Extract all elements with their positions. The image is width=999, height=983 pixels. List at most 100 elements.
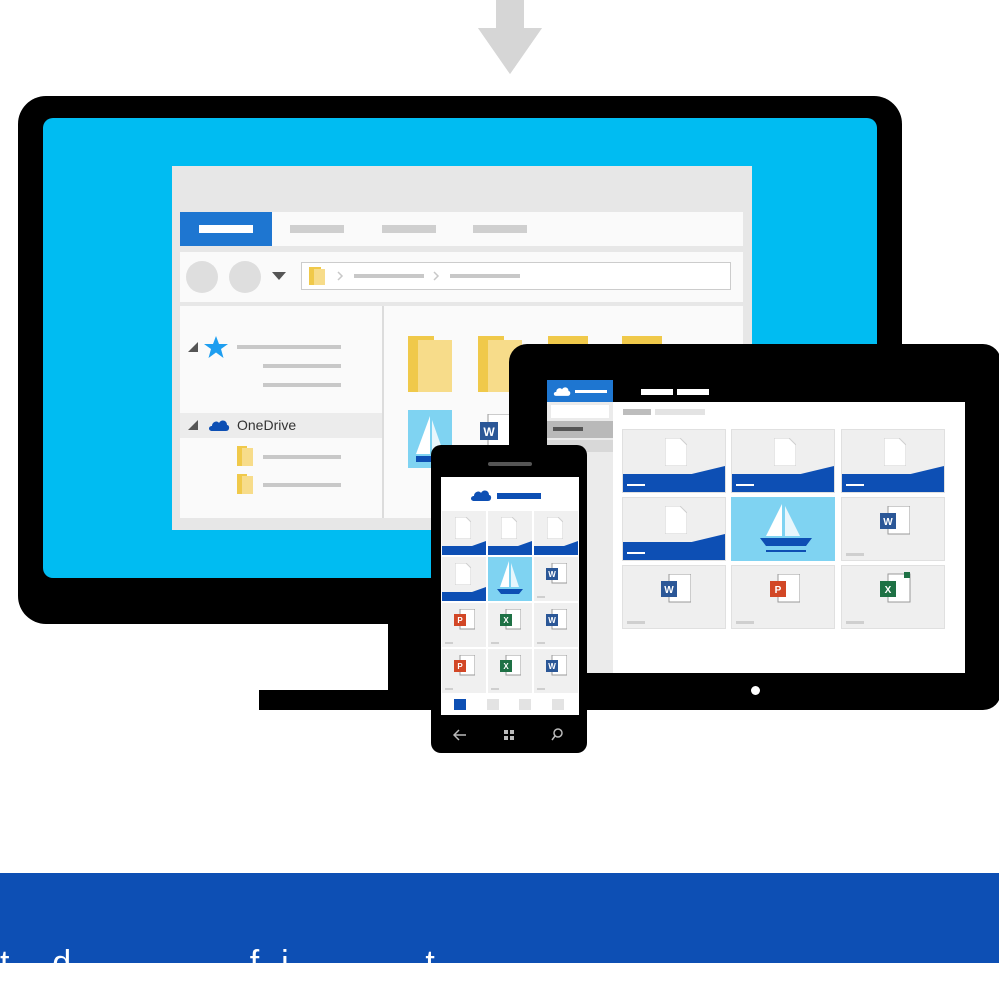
tile-band: [534, 541, 578, 555]
document-icon: [884, 438, 906, 466]
tablet-sidebar-item-selected[interactable]: [547, 421, 613, 438]
forward-button[interactable]: [229, 261, 261, 293]
powerpoint-icon: P: [454, 609, 475, 630]
ribbon-tab-2[interactable]: [290, 225, 344, 233]
powerpoint-icon: P: [770, 574, 800, 603]
onedrive-cloud-icon: [553, 387, 571, 396]
tablet-title-2: [677, 389, 709, 395]
favorites-item-2[interactable]: [263, 383, 341, 387]
tile-band: [842, 466, 944, 492]
ribbon-tab-3[interactable]: [382, 225, 436, 233]
chevron-right-icon: [433, 271, 440, 281]
sailboat-image-icon: [497, 561, 523, 594]
banner-caption: t d f i t: [0, 944, 436, 982]
excel-icon: X: [500, 655, 521, 676]
tablet-title-1: [641, 389, 673, 395]
onedrive-subfolder-2[interactable]: [263, 483, 341, 487]
phone-app-title: [497, 493, 541, 499]
tablet-file-tile[interactable]: W: [622, 565, 726, 629]
favorites-label[interactable]: [237, 345, 341, 349]
tile-band: [488, 541, 532, 555]
svg-text:W: W: [483, 425, 495, 439]
phone-speaker: [488, 462, 532, 466]
expand-triangle-icon[interactable]: [187, 419, 199, 431]
tablet-file-tile[interactable]: [841, 429, 945, 493]
tile-band: [442, 587, 486, 601]
tablet-file-tile[interactable]: [622, 429, 726, 493]
phone-app-bar-button-active[interactable]: [454, 699, 466, 710]
back-arrow-icon[interactable]: [453, 729, 467, 741]
svg-text:W: W: [883, 517, 893, 528]
folder-icon[interactable]: [622, 336, 662, 344]
breadcrumb-segment-2[interactable]: [450, 274, 520, 278]
phone-file-tile[interactable]: [442, 511, 486, 555]
phone-app-header: [441, 477, 579, 509]
powerpoint-icon: P: [454, 655, 475, 676]
phone-file-tile[interactable]: W: [534, 557, 578, 601]
svg-text:W: W: [664, 585, 674, 596]
tablet-file-tile[interactable]: [622, 497, 726, 561]
folder-icon[interactable]: [408, 336, 452, 392]
chevron-right-icon: [337, 271, 344, 281]
chevron-down-icon[interactable]: [271, 271, 287, 281]
ribbon-tab-4[interactable]: [473, 225, 527, 233]
svg-text:W: W: [548, 616, 556, 625]
phone-app-bar-button[interactable]: [519, 699, 531, 710]
ribbon-tab-active[interactable]: [180, 212, 272, 246]
document-icon: [455, 563, 471, 585]
breadcrumb-segment-1[interactable]: [354, 274, 424, 278]
svg-text:X: X: [503, 662, 509, 671]
phone-file-tile[interactable]: X: [488, 649, 532, 693]
onedrive-tree-label: OneDrive: [237, 417, 297, 433]
onedrive-subfolder-1[interactable]: [263, 455, 341, 459]
phone-image-tile[interactable]: [488, 557, 532, 601]
phone-app-bar-button[interactable]: [487, 699, 499, 710]
phone-app-bar-button[interactable]: [552, 699, 564, 710]
phone-file-tile[interactable]: X: [488, 603, 532, 647]
tablet-image-tile[interactable]: [731, 497, 835, 561]
tablet-breadcrumb-2[interactable]: [655, 409, 705, 415]
expand-triangle-icon[interactable]: [187, 341, 199, 353]
favorites-item-1[interactable]: [263, 364, 341, 368]
arrow-down-icon: [478, 0, 542, 74]
back-button[interactable]: [186, 261, 218, 293]
tablet-home-button[interactable]: [751, 686, 760, 695]
word-icon: W: [546, 609, 567, 630]
phone-file-tile[interactable]: P: [442, 603, 486, 647]
tablet-file-tile[interactable]: P: [731, 565, 835, 629]
windows-start-icon[interactable]: [504, 730, 514, 740]
svg-text:P: P: [457, 662, 463, 671]
folder-icon: [309, 267, 325, 285]
phone-file-tile[interactable]: W: [534, 649, 578, 693]
tablet-title-bar: [613, 380, 965, 402]
tablet-breadcrumb-1[interactable]: [623, 409, 651, 415]
tile-band: [442, 541, 486, 555]
tablet-sidebar-title: [575, 390, 607, 393]
tablet-file-tile[interactable]: X: [841, 565, 945, 629]
phone-file-tile[interactable]: [534, 511, 578, 555]
tile-band: [732, 466, 834, 492]
phone-file-tile[interactable]: [442, 557, 486, 601]
svg-text:W: W: [548, 662, 556, 671]
pane-divider[interactable]: [382, 306, 384, 518]
tile-band: [623, 534, 725, 560]
excel-icon: X: [500, 609, 521, 630]
phone-file-tile[interactable]: W: [534, 603, 578, 647]
svg-text:X: X: [885, 585, 892, 596]
phone-file-tile[interactable]: P: [442, 649, 486, 693]
favorites-star-icon: [204, 336, 228, 358]
phone-file-tile[interactable]: [488, 511, 532, 555]
folder-icon: [237, 474, 253, 494]
onedrive-cloud-icon: [209, 420, 230, 431]
folder-icon: [237, 446, 253, 466]
search-icon[interactable]: [551, 728, 563, 741]
tablet-file-tile[interactable]: W: [841, 497, 945, 561]
svg-text:W: W: [548, 570, 556, 579]
tablet-search-field[interactable]: [551, 405, 609, 418]
ribbon-tab-active-label: [199, 225, 253, 233]
svg-text:P: P: [775, 585, 782, 596]
document-icon: [665, 438, 687, 466]
word-icon: W: [661, 574, 691, 603]
tablet-file-tile[interactable]: [731, 429, 835, 493]
folder-icon[interactable]: [548, 336, 588, 344]
